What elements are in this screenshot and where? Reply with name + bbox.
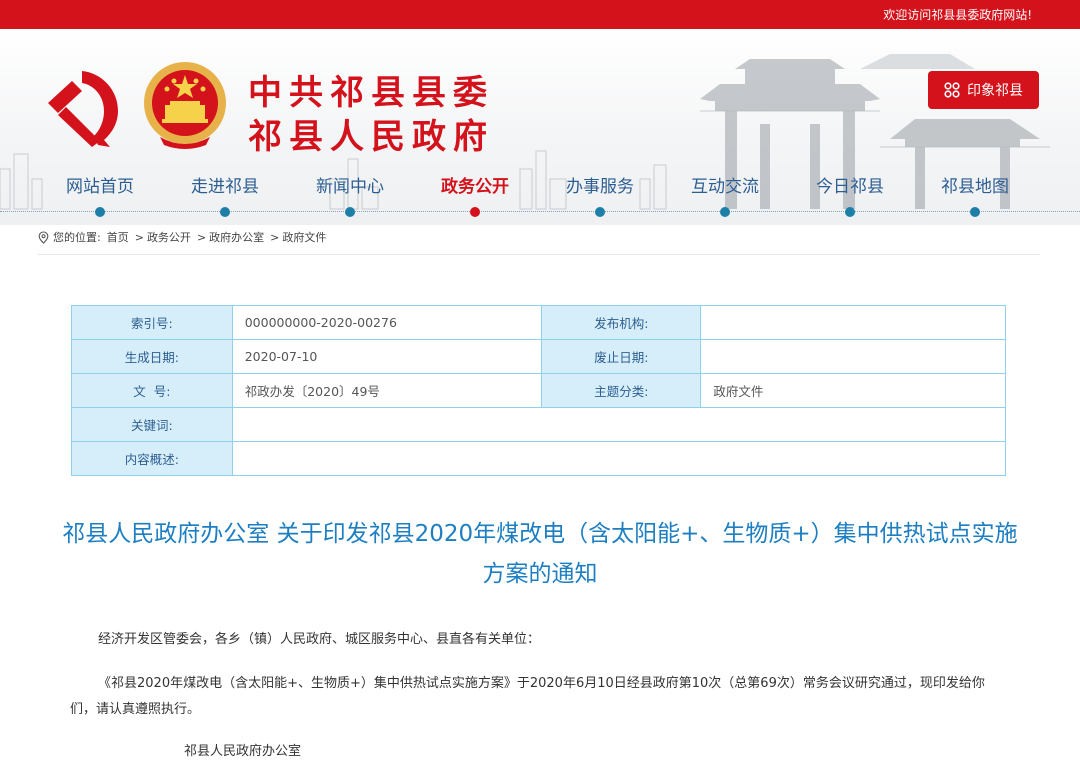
grid-icon	[944, 82, 960, 98]
index-no-label: 索引号:	[71, 305, 233, 340]
nav-item-government-affairs[interactable]: 政务公开	[412, 174, 538, 217]
breadcrumb-government-documents[interactable]: 政府文件	[282, 229, 326, 245]
article-paragraph-body: 《祁县2020年煤改电（含太阳能+、生物质+）集中供热试点实施方案》于2020年…	[70, 676, 985, 717]
doc-no-value: 祁政办发〔2020〕49号	[231, 373, 543, 408]
summary-value	[231, 441, 1007, 476]
breadcrumb-government-affairs[interactable]: 政务公开	[147, 229, 191, 245]
category-value: 政府文件	[700, 373, 1006, 408]
nav-dot	[595, 207, 605, 217]
table-row: 关键词:	[71, 407, 1007, 442]
location-pin-icon	[38, 230, 49, 244]
article-paragraph-addressees: 经济开发区管委会，各乡（镇）人民政府、城区服务中心、县直各有关单位：	[98, 632, 541, 647]
nav-dot	[95, 207, 105, 217]
expire-date-value	[700, 339, 1006, 374]
article-title: 祁县人民政府办公室 关于印发祁县2020年煤改电（含太阳能+、生物质+）集中供热…	[62, 521, 1018, 587]
party-emblem	[48, 71, 118, 147]
index-no-value: 000000000-2020-00276	[231, 305, 543, 340]
nav-dot	[345, 207, 355, 217]
nav-dot	[220, 207, 230, 217]
impression-button-label: 印象祁县	[967, 83, 1023, 99]
nav-dotted-line	[0, 211, 1080, 212]
top-bar: 欢迎访问祁县县委政府网站!	[0, 0, 1080, 29]
breadcrumb-divider	[38, 254, 1040, 255]
nav-item-label: 政务公开	[441, 177, 509, 197]
impression-qixian-button[interactable]: 印象祁县	[928, 71, 1039, 109]
publisher-value	[700, 305, 1006, 340]
breadcrumb-separator: >	[196, 230, 207, 244]
nav-item-label: 新闻中心	[316, 177, 384, 197]
breadcrumb-separator: >	[134, 230, 144, 244]
nav-item-interaction[interactable]: 互动交流	[662, 174, 788, 217]
nav-item-news[interactable]: 新闻中心	[287, 174, 413, 217]
summary-label: 内容概述:	[71, 441, 233, 476]
keywords-label: 关键词:	[71, 407, 233, 442]
created-date-label: 生成日期:	[71, 339, 233, 374]
breadcrumb-prefix: 您的位置:	[53, 231, 101, 244]
welcome-text: 欢迎访问祁县县委政府网站!	[883, 8, 1032, 22]
table-row: 生成日期: 2020-07-10 废止日期:	[71, 339, 1006, 374]
site-title-line1: 中共祁县县委	[248, 73, 494, 113]
nav-item-services[interactable]: 办事服务	[537, 174, 663, 217]
nav-item-about[interactable]: 走进祁县	[162, 174, 288, 217]
publisher-label: 发布机构:	[541, 305, 702, 340]
nav-dot	[845, 207, 855, 217]
nav-item-home[interactable]: 网站首页	[37, 174, 163, 217]
nav-item-label: 走进祁县	[191, 177, 259, 197]
nav-dot	[970, 207, 980, 217]
category-label: 主题分类:	[541, 373, 702, 408]
nav-dot-active	[470, 207, 480, 217]
created-date-value: 2020-07-10	[231, 339, 543, 374]
table-row: 文 号: 祁政办发〔2020〕49号 主题分类: 政府文件	[71, 373, 1006, 408]
breadcrumb-government-office[interactable]: 政府办公室	[209, 229, 264, 245]
nav-item-label: 网站首页	[66, 177, 134, 197]
nav-item-label: 祁县地图	[941, 177, 1009, 197]
nav-item-label: 互动交流	[691, 177, 759, 197]
breadcrumb-separator: >	[270, 230, 280, 244]
nav-item-label: 办事服务	[566, 177, 634, 197]
nav-item-label: 今日祁县	[816, 177, 884, 197]
article-signature: 祁县人民政府办公室	[184, 744, 302, 759]
expire-date-label: 废止日期:	[541, 339, 702, 374]
document-meta-table: 索引号: 000000000-2020-00276 发布机构: 生成日期: 20…	[71, 305, 1007, 476]
breadcrumb-home[interactable]: 首页	[107, 229, 129, 245]
keywords-value	[231, 407, 1007, 442]
site-header: 中共祁县县委 祁县人民政府 印象祁县 网站首页 走进祁县 新闻中心 政务公开 办…	[0, 29, 1080, 225]
national-emblem	[144, 62, 226, 149]
nav-item-map[interactable]: 祁县地图	[912, 174, 1038, 217]
site-title-line2: 祁县人民政府	[248, 117, 494, 157]
table-row: 索引号: 000000000-2020-00276 发布机构:	[71, 305, 1006, 340]
doc-no-label: 文 号:	[71, 373, 233, 408]
nav-dot	[720, 207, 730, 217]
nav-item-today[interactable]: 今日祁县	[787, 174, 913, 217]
table-row: 内容概述:	[71, 441, 1007, 476]
breadcrumb: 您的位置: 首页 > 政务公开 > 政府办公室 > 政府文件	[38, 229, 326, 245]
main-nav: 网站首页 走进祁县 新闻中心 政务公开 办事服务 互动交流 今日祁县 祁县地图	[0, 174, 1080, 224]
